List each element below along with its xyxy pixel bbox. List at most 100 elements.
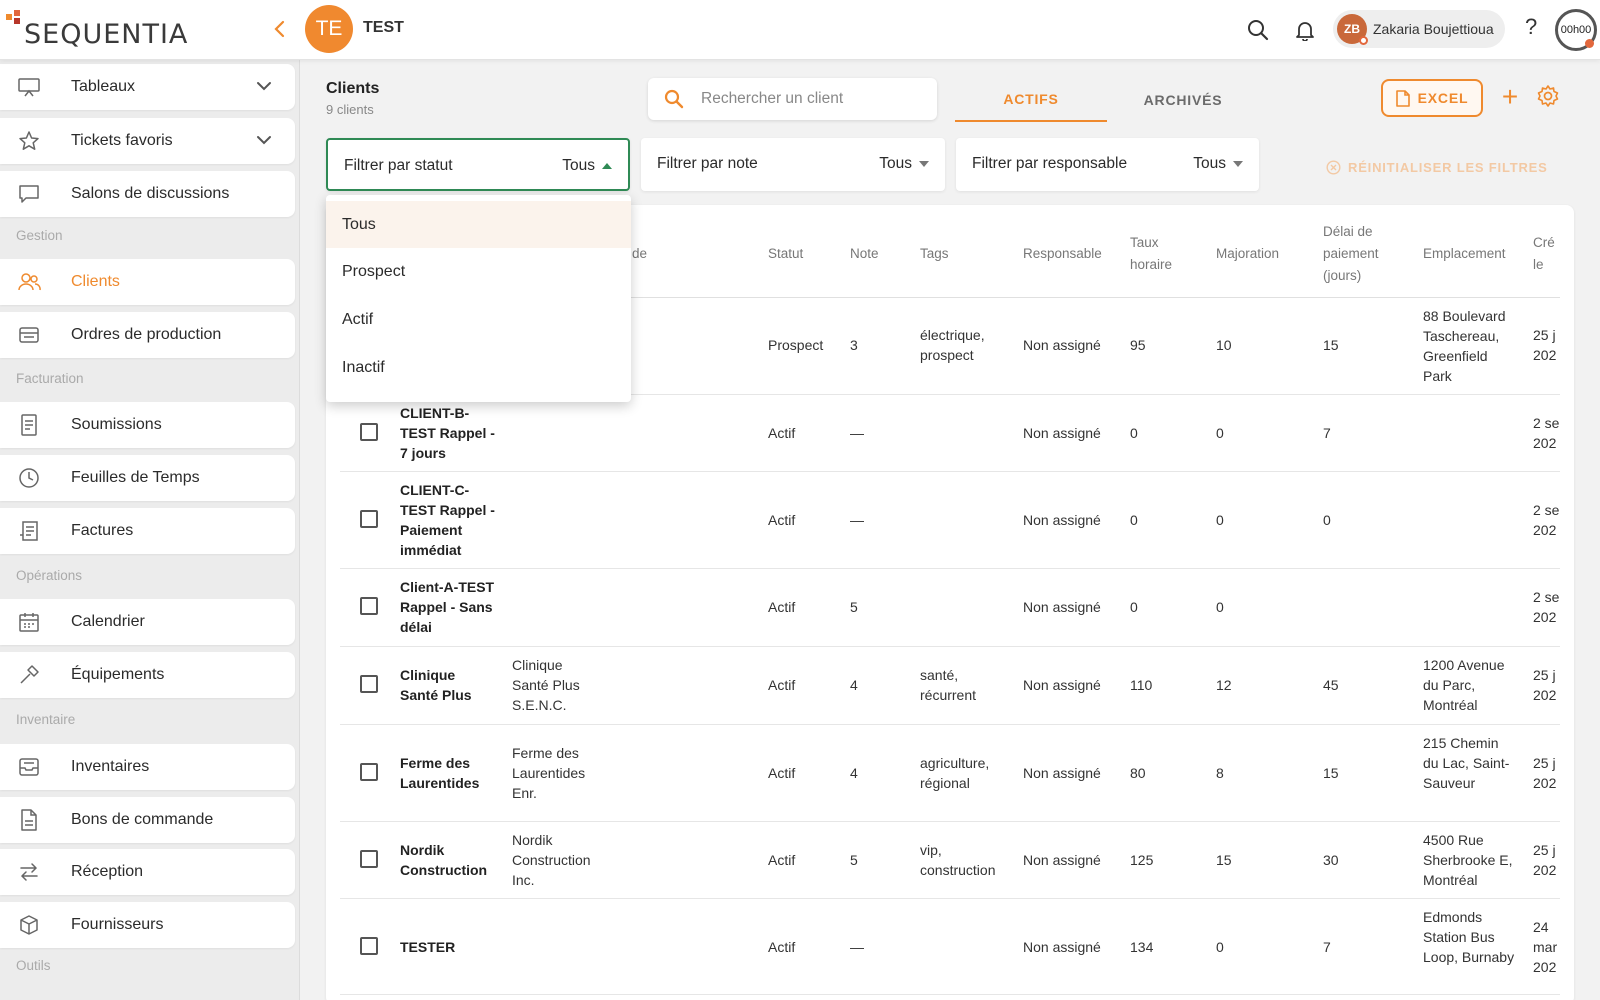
tab-archives[interactable]: ARCHIVÉS	[1107, 78, 1259, 122]
filter-status[interactable]: Filtrer par statut Tous	[326, 138, 630, 191]
cell-markup: 0	[1216, 599, 1224, 615]
table-row[interactable]: Clinique Santé Plus Clinique Santé Plus …	[340, 647, 1560, 725]
column-header-taux-horaire[interactable]: Taux horaire	[1130, 232, 1190, 276]
cell-rate: 110	[1130, 677, 1153, 693]
cell-client-name[interactable]: TESTER	[400, 937, 495, 957]
cell-company: Clinique Santé Plus S.E.N.C.	[512, 657, 580, 713]
notifications-button[interactable]	[1292, 17, 1318, 43]
cell-delay: 15	[1323, 765, 1339, 781]
filter-note[interactable]: Filtrer par note Tous	[641, 138, 945, 191]
cell-markup: 12	[1216, 677, 1232, 693]
tab-actifs[interactable]: ACTIFS	[955, 78, 1107, 122]
table-row[interactable]: Client-A-TEST Rappel - Sans délai Actif …	[340, 569, 1560, 647]
sidebar-item-factures[interactable]: Factures	[0, 508, 295, 554]
sidebar-item-inventaires[interactable]: Inventaires	[0, 744, 295, 790]
help-button[interactable]: ?	[1525, 14, 1537, 40]
table-row[interactable]: Ferme des Laurentides Ferme des Laurenti…	[340, 725, 1560, 822]
status-option-inactif[interactable]: Inactif	[326, 344, 631, 391]
table-row[interactable]: CLIENT-C-TEST Rappel - Paiement immédiat…	[340, 472, 1560, 569]
add-client-button[interactable]: +	[1496, 81, 1524, 112]
column-header-delai-paiement[interactable]: Délai de paiement (jours)	[1323, 221, 1403, 287]
cell-delay: 45	[1323, 677, 1339, 693]
row-checkbox[interactable]	[360, 423, 378, 441]
timer-button[interactable]: 00h00	[1555, 9, 1597, 51]
row-checkbox[interactable]	[360, 675, 378, 693]
cell-company: Ferme des Laurentides Enr.	[512, 745, 586, 801]
column-header-cree-le[interactable]: Cré le	[1533, 232, 1563, 276]
sidebar-item-label: Fournisseurs	[71, 916, 164, 933]
row-checkbox[interactable]	[360, 850, 378, 868]
row-checkbox[interactable]	[360, 597, 378, 615]
file-icon	[17, 808, 41, 832]
sidebar-item-ordres-production[interactable]: Ordres de production	[0, 312, 295, 358]
column-header-statut[interactable]: Statut	[768, 243, 803, 265]
column-header-majoration[interactable]: Majoration	[1216, 243, 1279, 265]
search-button[interactable]	[1245, 17, 1271, 43]
workspace-name[interactable]: TEST	[363, 19, 404, 37]
sidebar-item-label: Soumissions	[71, 416, 162, 433]
row-checkbox[interactable]	[360, 510, 378, 528]
cell-created: 2 se 202	[1533, 589, 1560, 625]
workspace-avatar[interactable]: TE	[305, 5, 353, 53]
sidebar-item-soumissions[interactable]: Soumissions	[0, 402, 295, 448]
cell-owner: Non assigné	[1023, 765, 1101, 781]
column-header-responsable[interactable]: Responsable	[1023, 243, 1102, 265]
excel-label: EXCEL	[1417, 90, 1469, 106]
search-input[interactable]	[701, 78, 926, 120]
sidebar-item-equipements[interactable]: Équipements	[0, 652, 295, 698]
cell-markup: 0	[1216, 512, 1224, 528]
filter-status-value: Tous	[562, 157, 612, 175]
cell-client-name[interactable]: CLIENT-B-TEST Rappel - 7 jours	[400, 403, 495, 463]
status-option-actif[interactable]: Actif	[326, 296, 631, 343]
filter-responsable-label: Filtrer par responsable	[972, 155, 1128, 172]
column-header-tags[interactable]: Tags	[920, 243, 949, 265]
cell-note: —	[850, 425, 864, 441]
cell-client-name[interactable]: Client-A-TEST Rappel - Sans délai	[400, 577, 495, 637]
sidebar-item-feuilles-temps[interactable]: Feuilles de Temps	[0, 455, 295, 501]
column-header-code[interactable]: de	[632, 243, 647, 265]
cell-created: 25 j 202	[1533, 667, 1557, 703]
close-circle-icon	[1326, 160, 1341, 175]
settings-button[interactable]	[1536, 84, 1562, 110]
sidebar-item-clients[interactable]: Clients	[0, 259, 295, 305]
sidebar-item-bons-commande[interactable]: Bons de commande	[0, 797, 295, 843]
cell-client-name[interactable]: Clinique Santé Plus	[400, 665, 495, 705]
cell-client-name[interactable]: Nordik Construction	[400, 840, 500, 880]
cell-created: 2 se 202	[1533, 415, 1560, 451]
cell-tags: vip, construction	[920, 842, 996, 878]
sidebar-item-label: Équipements	[71, 666, 165, 683]
cell-markup: 15	[1216, 852, 1232, 868]
excel-export-button[interactable]: EXCEL	[1381, 79, 1483, 117]
reset-filters-button[interactable]: RÉINITIALISER LES FILTRES	[1326, 160, 1548, 175]
row-checkbox[interactable]	[360, 763, 378, 781]
inbox-icon	[17, 755, 41, 779]
status-option-prospect[interactable]: Prospect	[326, 248, 631, 295]
column-header-emplacement[interactable]: Emplacement	[1423, 243, 1506, 265]
sidebar-item-calendrier[interactable]: Calendrier	[0, 599, 295, 645]
sidebar-item-tableaux[interactable]: Tableaux	[0, 64, 295, 110]
row-checkbox[interactable]	[360, 937, 378, 955]
filter-responsable[interactable]: Filtrer par responsable Tous	[956, 138, 1259, 191]
cell-client-name[interactable]: Ferme des Laurentides	[400, 753, 495, 793]
user-menu[interactable]: ZB Zakaria Boujettioua	[1333, 10, 1505, 48]
filter-note-label: Filtrer par note	[657, 155, 758, 172]
sidebar-section-inventaire: Inventaire	[16, 712, 76, 727]
cell-created: 2 se 202	[1533, 502, 1560, 538]
table-row[interactable]: Nordik Construction Nordik Construction …	[340, 822, 1560, 899]
table-row[interactable]: CLIENT-B-TEST Rappel - 7 jours Actif — N…	[340, 395, 1560, 472]
logo[interactable]: SEQUENTIA	[6, 10, 196, 50]
cell-status: Actif	[768, 939, 796, 955]
sidebar-item-fournisseurs[interactable]: Fournisseurs	[0, 902, 295, 948]
sidebar-item-reception[interactable]: Réception	[0, 849, 295, 895]
cell-location: Edmonds Station Bus Loop, Burnaby	[1423, 909, 1515, 965]
collapse-sidebar-button[interactable]	[268, 17, 292, 41]
table-row[interactable]: TESTER Actif — Non assigné 134 0 7 Edmon…	[340, 899, 1560, 995]
sidebar-item-label: Tickets favoris	[71, 132, 173, 149]
column-header-note[interactable]: Note	[850, 243, 879, 265]
sidebar-item-salons[interactable]: Salons de discussions	[0, 171, 295, 217]
cell-client-name[interactable]: CLIENT-C-TEST Rappel - Paiement immédiat	[400, 480, 495, 560]
sidebar-item-tickets-favoris[interactable]: Tickets favoris	[0, 118, 295, 164]
chevron-down-icon	[257, 136, 271, 145]
status-option-tous[interactable]: Tous	[326, 201, 631, 248]
cell-delay: 7	[1323, 939, 1331, 955]
